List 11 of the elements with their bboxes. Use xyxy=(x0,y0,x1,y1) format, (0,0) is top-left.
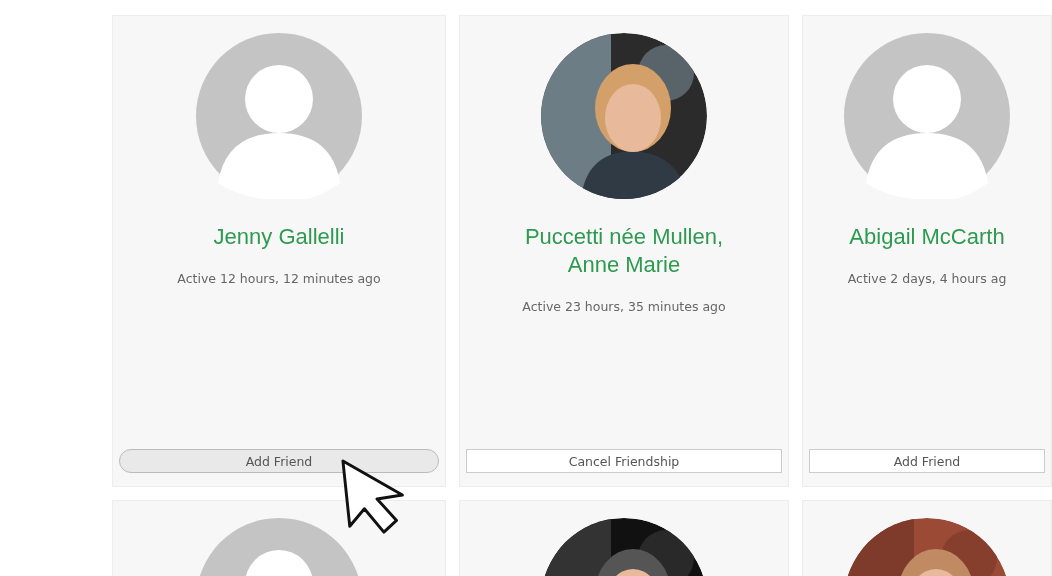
member-name-link[interactable]: Abigail McCarth xyxy=(849,223,1005,251)
last-active-text: Active 2 days, 4 hours ag xyxy=(847,271,1007,286)
avatar-placeholder-icon xyxy=(844,33,1010,199)
friend-button[interactable]: Add Friend xyxy=(119,449,439,473)
avatar-placeholder-icon xyxy=(196,33,362,199)
member-name-link[interactable]: Jenny Gallelli xyxy=(173,223,385,251)
friend-button[interactable]: Cancel Friendship xyxy=(466,449,782,473)
member-name-link[interactable]: Puccetti née Mullen, Anne Marie xyxy=(466,223,782,279)
friend-button[interactable]: Add Friend xyxy=(809,449,1045,473)
last-active-text: Active 12 hours, 12 minutes ago xyxy=(177,271,381,286)
last-active-text: Active 23 hours, 35 minutes ago xyxy=(522,299,726,314)
